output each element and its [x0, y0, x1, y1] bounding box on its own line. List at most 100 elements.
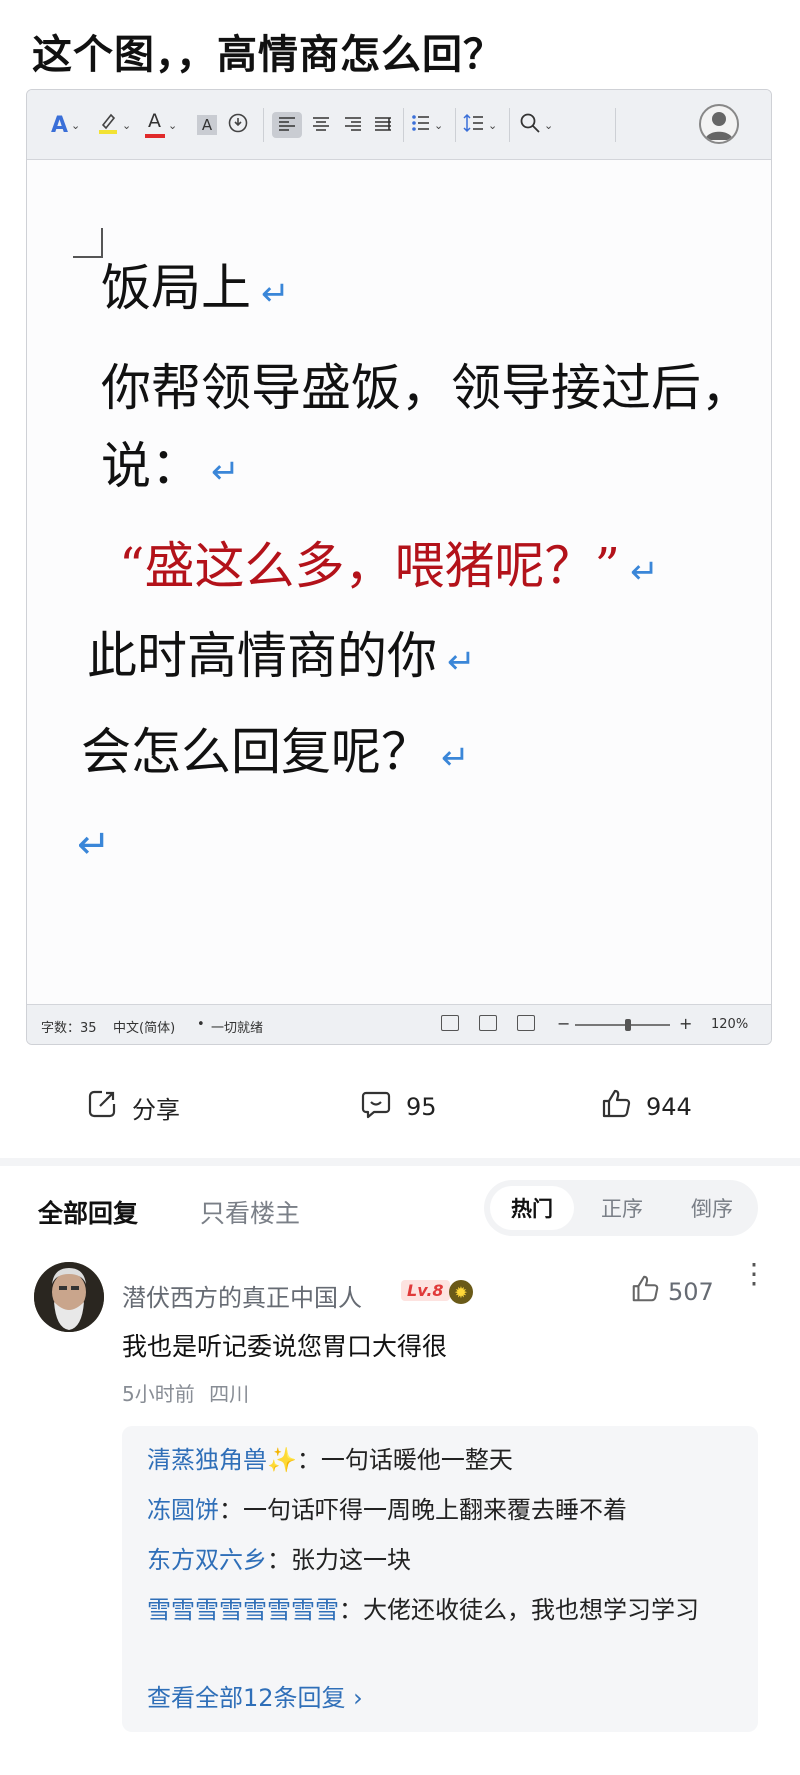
share-button[interactable]: 分享: [86, 1088, 180, 1126]
replies-tabs: 全部回复 只看楼主 热门 正序 倒序: [0, 1180, 800, 1240]
zoom-slider-handle[interactable]: [625, 1019, 631, 1031]
align-center-button[interactable]: [307, 112, 335, 138]
medal-icon: ✹: [449, 1280, 473, 1304]
post-title: 这个图，，高情商怎么回？: [32, 32, 504, 78]
more-options-icon[interactable]: ⋮: [740, 1260, 768, 1288]
chevron-down-icon: ⌄: [434, 118, 444, 132]
word-count[interactable]: 字数：35: [41, 1017, 97, 1036]
align-left-icon: [277, 113, 297, 137]
paragraph-mark-icon: ↵: [77, 822, 111, 868]
share-label: 分享: [132, 1095, 180, 1124]
search-button[interactable]: ⌄: [519, 112, 553, 138]
avatar[interactable]: [34, 1262, 104, 1332]
like-button[interactable]: 944: [600, 1088, 692, 1126]
bullet-list-button[interactable]: ⌄: [411, 112, 443, 138]
sort-asc-button[interactable]: 正序: [580, 1186, 664, 1230]
view-all-replies-link[interactable]: 查看全部12条回复 ›: [147, 1678, 363, 1713]
text-effect-icon: A: [51, 112, 69, 138]
doc-line: 饭局上 ↵: [101, 259, 290, 317]
sub-reply-user[interactable]: 冻圆饼: [147, 1496, 219, 1524]
line-spacing-icon: [463, 113, 485, 138]
paragraph-mark-icon: ↵: [211, 452, 240, 492]
status-text: 一切就绪: [211, 1021, 264, 1036]
align-center-icon: [311, 113, 331, 137]
phonetic-button[interactable]: [227, 112, 249, 138]
sub-reply[interactable]: 清蒸独角兽✨：一句话暖他一整天: [147, 1442, 737, 1478]
paragraph-mark-icon: ↵: [630, 552, 659, 592]
justify-button[interactable]: [369, 112, 397, 138]
share-icon: [86, 1088, 132, 1126]
page-margin-corner: [73, 228, 103, 258]
status-bar: 字数：35 中文(简体) • 一切就绪 − + 120%: [27, 1004, 771, 1044]
text-effect-button[interactable]: A ⌄: [51, 112, 80, 138]
toolbar-separator: [509, 108, 510, 142]
doc-line: 说： ↵: [101, 437, 240, 495]
comment-text: 我也是听记委说您胃口大得很: [122, 1332, 448, 1361]
zoom-out-button[interactable]: −: [557, 1014, 570, 1033]
paragraph-mark-icon: ↵: [447, 642, 476, 682]
account-button[interactable]: [699, 104, 739, 144]
web-layout-icon[interactable]: [517, 1015, 535, 1031]
justify-icon: [373, 113, 393, 137]
zoom-in-button[interactable]: +: [679, 1014, 692, 1033]
toolbar-separator: [615, 108, 616, 142]
sub-reply-text: 一句话暖他一整天: [320, 1446, 513, 1474]
chevron-down-icon: ⌄: [488, 118, 498, 132]
language-indicator[interactable]: 中文(简体): [113, 1017, 175, 1036]
line-spacing-button[interactable]: ⌄: [463, 112, 497, 138]
status-bullet: •: [197, 1017, 205, 1032]
comment-location: 四川: [209, 1382, 250, 1406]
sort-hot-button[interactable]: 热门: [490, 1186, 574, 1230]
comment-meta: 5小时前 四川: [122, 1378, 249, 1407]
doc-line: 你帮领导盛饭，领导接过后，: [101, 359, 751, 417]
comment-count: 95: [406, 1093, 437, 1121]
page-view-icon[interactable]: [441, 1015, 459, 1031]
toolbar-separator: [403, 108, 404, 142]
tab-op-only[interactable]: 只看楼主: [200, 1194, 300, 1230]
section-divider: [0, 1158, 800, 1166]
comment-time: 5小时前: [122, 1382, 195, 1406]
phonetic-icon: [227, 112, 249, 139]
highlight-button[interactable]: ⌄: [97, 112, 131, 138]
doc-empty-line: ↵: [67, 812, 111, 870]
toolbar-separator: [263, 108, 264, 142]
align-left-button[interactable]: [272, 112, 302, 138]
print-layout-icon[interactable]: [479, 1015, 497, 1031]
sub-reply-text: 张力这一块: [291, 1546, 411, 1574]
comment-username[interactable]: 潜伏西方的真正中国人: [122, 1278, 362, 1313]
thumbs-up-icon: [600, 1088, 646, 1126]
zoom-level[interactable]: 120%: [711, 1017, 748, 1032]
sort-toggle: 热门 正序 倒序: [484, 1180, 758, 1236]
paragraph-mark-icon: ↵: [261, 274, 290, 314]
editor-toolbar: A ⌄ ⌄ A ⌄ A ⌄ ⌄ ⌄: [27, 90, 771, 160]
sub-reply[interactable]: 冻圆饼：一句话吓得一周晚上翻来覆去睡不着: [147, 1492, 737, 1528]
sub-reply-user[interactable]: 雪雪雪雪雪雪雪雪: [147, 1596, 339, 1624]
tab-all-replies[interactable]: 全部回复: [38, 1194, 138, 1230]
comment-like-button[interactable]: 507: [630, 1274, 714, 1310]
sub-reply-user[interactable]: 清蒸独角兽✨: [147, 1446, 297, 1474]
sub-reply-text: 大佬还收徒么，我也想学习学习: [363, 1596, 699, 1624]
char-shading-button[interactable]: A: [197, 112, 217, 138]
chevron-down-icon: ⌄: [544, 118, 554, 132]
align-right-button[interactable]: [339, 112, 367, 138]
post-action-bar: 分享 95 944: [0, 1078, 800, 1136]
font-color-glyph: A: [148, 110, 161, 132]
sort-desc-button[interactable]: 倒序: [670, 1186, 754, 1230]
doc-line: 会怎么回复呢？ ↵: [81, 723, 470, 781]
sub-reply[interactable]: 东方双六乡：张力这一块: [147, 1542, 737, 1578]
chevron-down-icon: ⌄: [168, 118, 178, 132]
highlight-icon: [97, 111, 119, 140]
sub-reply-text: 一句话吓得一周晚上翻来覆去睡不着: [243, 1496, 627, 1524]
chevron-down-icon: ⌄: [122, 118, 132, 132]
font-color-button[interactable]: A ⌄: [145, 110, 178, 138]
comment-like-count: 507: [668, 1278, 714, 1306]
level-badge: Lv.8: [401, 1280, 450, 1301]
comment-button[interactable]: 95: [360, 1088, 437, 1126]
align-right-icon: [343, 113, 363, 137]
zoom-slider[interactable]: [575, 1024, 670, 1026]
thumbs-up-icon: [630, 1274, 660, 1310]
sub-reply-user[interactable]: 东方双六乡: [147, 1546, 267, 1574]
document-window: A ⌄ ⌄ A ⌄ A ⌄ ⌄ ⌄ 饭局上 ↵ 你帮领导盛饭，领导接过后， 说：…: [26, 89, 772, 1045]
sub-reply[interactable]: 雪雪雪雪雪雪雪雪：大佬还收徒么，我也想学习学习: [147, 1592, 737, 1628]
doc-quote-line: “盛这么多，喂猪呢？” ↵: [119, 537, 659, 595]
